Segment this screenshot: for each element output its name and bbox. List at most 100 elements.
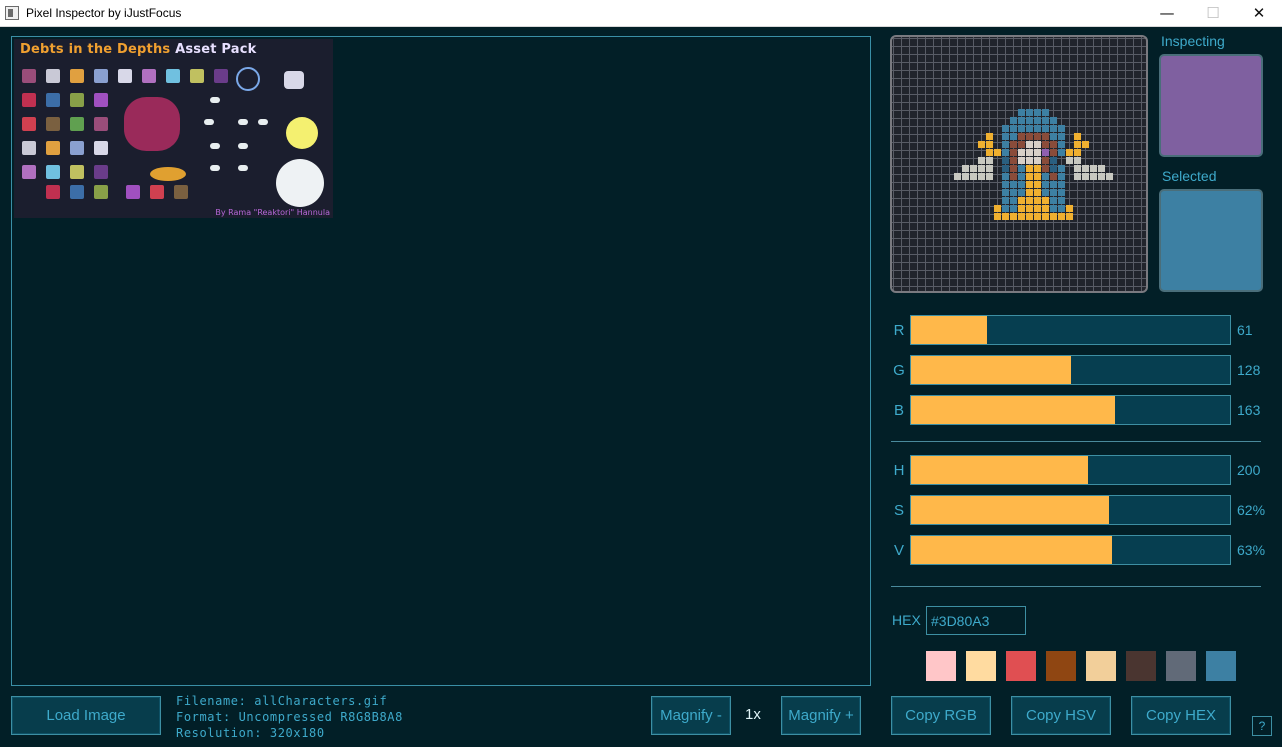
magnified-pixel [1042, 181, 1049, 188]
slider-b[interactable] [910, 395, 1231, 425]
magnified-pixel [1010, 141, 1017, 148]
help-button[interactable]: ? [1252, 716, 1272, 736]
magnified-pixel [994, 213, 1001, 220]
sprite-thumb [70, 93, 84, 107]
magnified-pixel [986, 165, 993, 172]
sprite-thumb [46, 93, 60, 107]
magnified-pixel [1034, 213, 1041, 220]
palette-swatch-2[interactable] [966, 651, 996, 681]
palette-swatch-6[interactable] [1126, 651, 1156, 681]
magnified-pixel [1010, 117, 1017, 124]
magnified-pixel [1010, 157, 1017, 164]
magnify-plus-button[interactable]: Magnify + [781, 696, 861, 735]
magnified-pixel [1010, 173, 1017, 180]
magnified-pixel [1010, 213, 1017, 220]
magnified-pixel [1066, 157, 1073, 164]
sprite-thumb [46, 69, 60, 83]
magnified-pixel [1058, 205, 1065, 212]
magnified-pixel [970, 173, 977, 180]
magnified-pixel [1074, 133, 1081, 140]
sprite-thumb [204, 119, 214, 125]
magnified-pixel [1018, 133, 1025, 140]
magnified-preview[interactable] [890, 35, 1148, 293]
palette-swatch-1[interactable] [926, 651, 956, 681]
magnified-pixel [1026, 141, 1033, 148]
magnified-pixel [1034, 149, 1041, 156]
magnified-pixel [986, 173, 993, 180]
magnified-pixel [986, 157, 993, 164]
magnified-pixel [1058, 125, 1065, 132]
magnified-pixel [978, 173, 985, 180]
selected-swatch [1159, 189, 1263, 292]
hex-input[interactable] [926, 606, 1026, 635]
magnified-pixel [986, 141, 993, 148]
magnified-pixel [1074, 141, 1081, 148]
copy-hsv-button[interactable]: Copy HSV [1011, 696, 1111, 735]
magnified-pixel [1106, 173, 1113, 180]
magnified-pixel [1018, 205, 1025, 212]
value-s: 62% [1237, 502, 1266, 518]
sprite-thumb [284, 71, 304, 89]
divider-rgb-hsv [891, 441, 1261, 442]
magnify-minus-button[interactable]: Magnify - [651, 696, 731, 735]
magnified-pixel [1010, 125, 1017, 132]
magnified-pixel [1074, 165, 1081, 172]
magnified-pixel [986, 149, 993, 156]
sprite-thumb [70, 165, 84, 179]
slider-g[interactable] [910, 355, 1231, 385]
sprite-thumb [276, 159, 324, 207]
magnified-pixel [1058, 181, 1065, 188]
palette-swatch-7[interactable] [1166, 651, 1196, 681]
channel-label-g: G [893, 362, 905, 379]
hex-label: HEX [892, 612, 921, 628]
magnified-pixel [1042, 205, 1049, 212]
copy-hex-button[interactable]: Copy HEX [1131, 696, 1231, 735]
sprite-thumb [22, 141, 36, 155]
magnified-pixel [1018, 157, 1025, 164]
sheet-credit: By Rama "Reaktori" Hannula [215, 208, 330, 217]
minimize-button[interactable]: — [1144, 0, 1190, 27]
palette-swatch-5[interactable] [1086, 651, 1116, 681]
slider-r[interactable] [910, 315, 1231, 345]
magnified-pixel [1034, 181, 1041, 188]
selected-label: Selected [1162, 168, 1217, 184]
copy-rgb-button[interactable]: Copy RGB [891, 696, 991, 735]
magnified-pixel [1050, 165, 1057, 172]
value-v: 63% [1237, 542, 1266, 558]
image-canvas[interactable]: Debts in the Depths Asset Pack By Rama "… [11, 36, 871, 686]
format-text: Format: Uncompressed R8G8B8A8 [176, 710, 403, 724]
magnified-pixel [1002, 205, 1009, 212]
sprite-thumb [174, 185, 188, 199]
palette-swatch-3[interactable] [1006, 651, 1036, 681]
sprite-thumb [70, 117, 84, 131]
magnified-pixel [978, 157, 985, 164]
magnified-pixel [1042, 165, 1049, 172]
slider-h[interactable] [910, 455, 1231, 485]
magnified-pixel [1034, 173, 1041, 180]
sprite-thumb [46, 117, 60, 131]
slider-v-fill [911, 536, 1112, 564]
slider-s[interactable] [910, 495, 1231, 525]
magnified-pixel [1026, 133, 1033, 140]
magnified-pixel [1058, 189, 1065, 196]
close-button[interactable]: ✕ [1236, 0, 1282, 27]
sprite-sheet-image[interactable]: Debts in the Depths Asset Pack By Rama "… [14, 39, 333, 218]
magnified-sprite [954, 109, 1113, 220]
palette-swatch-4[interactable] [1046, 651, 1076, 681]
slider-v[interactable] [910, 535, 1231, 565]
channel-label-r: R [893, 322, 905, 339]
magnified-pixel [1010, 149, 1017, 156]
magnified-pixel [1018, 173, 1025, 180]
magnified-pixel [1074, 149, 1081, 156]
magnified-pixel [1018, 181, 1025, 188]
maximize-button[interactable]: ☐ [1190, 0, 1236, 27]
sprite-thumb [210, 143, 220, 149]
sprite-thumb [70, 185, 84, 199]
load-image-button[interactable]: Load Image [11, 696, 161, 735]
sprite-thumb [22, 69, 36, 83]
palette-swatch-8[interactable] [1206, 651, 1236, 681]
magnified-pixel [1010, 189, 1017, 196]
divider-hsv-hex [891, 586, 1261, 587]
magnified-pixel [1058, 165, 1065, 172]
slider-r-fill [911, 316, 988, 344]
